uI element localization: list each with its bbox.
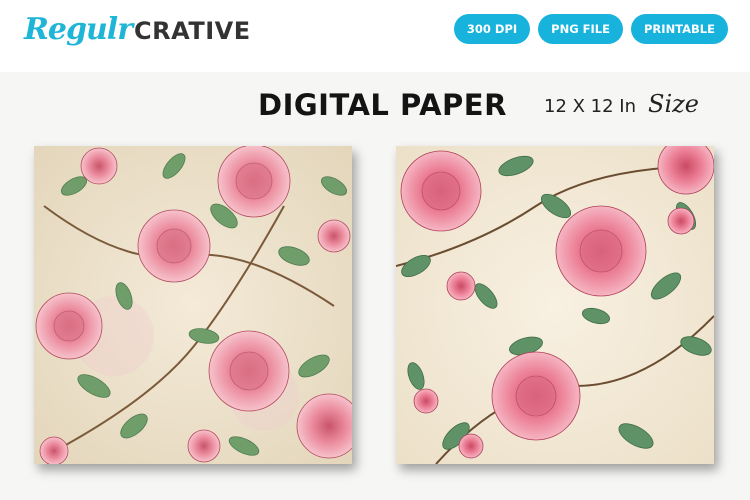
digital-paper-preview-2 xyxy=(396,146,714,464)
size-label: Size xyxy=(648,90,699,118)
logo-bold-text: CRATIVE xyxy=(134,17,251,45)
digital-paper-preview-1 xyxy=(34,146,352,464)
brand-logo: Regulr CRATIVE xyxy=(24,12,251,56)
header-bar: Regulr CRATIVE 300 DPI PNG FILE PRINTABL… xyxy=(0,0,750,72)
badge-dpi: 300 DPI xyxy=(453,14,531,44)
size-dimensions: 12 X 12 In xyxy=(544,96,637,117)
badge-printable: PRINTABLE xyxy=(631,14,728,44)
badge-png-file: PNG FILE xyxy=(538,14,623,44)
rose-pattern-image-2 xyxy=(396,146,714,464)
title-row: DIGITAL PAPER 12 X 12 In Size xyxy=(0,86,750,130)
page-title: DIGITAL PAPER xyxy=(258,88,507,122)
feature-badges: 300 DPI PNG FILE PRINTABLE xyxy=(453,14,728,44)
logo-script-text: Regulr xyxy=(24,12,133,47)
rose-pattern-image-1 xyxy=(34,146,352,464)
